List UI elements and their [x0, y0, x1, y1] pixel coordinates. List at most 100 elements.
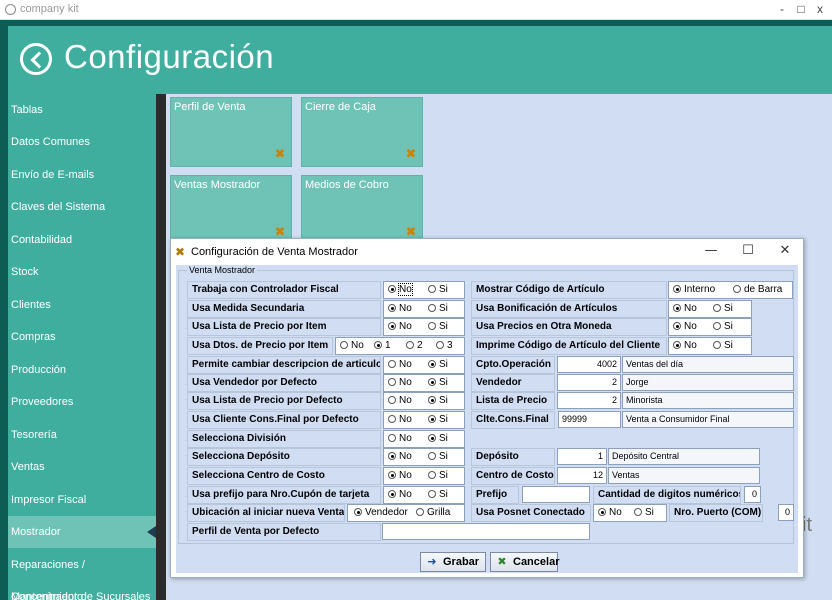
- radio-grilla[interactable]: Grilla: [416, 505, 450, 521]
- sidebar-item-datos-comunes[interactable]: Datos Comunes: [8, 126, 156, 158]
- vendedor-code-input[interactable]: 2: [557, 374, 621, 391]
- radio-no[interactable]: No: [598, 505, 622, 521]
- tile-cierre-de-caja[interactable]: Cierre de Caja ✖: [301, 97, 423, 167]
- label-medida-secundaria: Usa Medida Secundaria: [187, 300, 381, 318]
- radio-lista-precio-defecto: No Si: [383, 392, 465, 410]
- radio-no[interactable]: No: [388, 468, 412, 484]
- tile-perfil-de-venta[interactable]: Perfil de Venta ✖: [170, 97, 292, 167]
- label-clte-cons-final: Clte.Cons.Final: [471, 411, 555, 429]
- sidebar-item-concentrador[interactable]: Concentrador de Sucursales: [8, 581, 156, 600]
- radio-si[interactable]: Si: [713, 338, 733, 354]
- maximize-button[interactable]: □: [794, 2, 808, 16]
- sidebar-scrollbar[interactable]: [156, 94, 166, 600]
- radio-si[interactable]: Si: [428, 393, 448, 409]
- sidebar-item-ventas[interactable]: Ventas: [8, 451, 156, 483]
- nro-puerto-input[interactable]: 0: [778, 504, 794, 521]
- radio-no[interactable]: No: [388, 449, 412, 465]
- label-mostrar-codigo: Mostrar Código de Artículo: [471, 281, 667, 299]
- sidebar-item-tablas[interactable]: Tablas: [8, 94, 156, 126]
- radio-si[interactable]: Si: [428, 487, 448, 503]
- cantidad-digitos-input[interactable]: 0: [744, 486, 761, 503]
- sidebar-item-compras[interactable]: Compras: [8, 321, 156, 353]
- sidebar-item-stock[interactable]: Stock: [8, 256, 156, 288]
- tile-ventas-mostrador[interactable]: Ventas Mostrador ✖: [170, 175, 292, 245]
- sidebar-item-mostrador[interactable]: Mostrador: [8, 516, 156, 548]
- radio-posnet-conectado: No Si: [593, 504, 667, 522]
- dialog-close-button[interactable]: ✕: [777, 243, 793, 258]
- close-button[interactable]: x: [813, 2, 827, 16]
- perfil-venta-defecto-input[interactable]: [382, 523, 590, 540]
- label-vendedor-defecto: Usa Vendedor por Defecto: [187, 374, 381, 392]
- tile-medios-de-cobro[interactable]: Medios de Cobro ✖: [301, 175, 423, 245]
- radio-2[interactable]: 2: [406, 338, 423, 354]
- radio-otra-moneda: No Si: [668, 318, 752, 336]
- sidebar-item-produccion[interactable]: Producción: [8, 354, 156, 386]
- radio-si[interactable]: Si: [428, 319, 448, 335]
- radio-no[interactable]: No: [388, 412, 412, 428]
- clte-cons-final-code-input[interactable]: 99999: [558, 411, 621, 428]
- radio-no[interactable]: No: [388, 282, 413, 298]
- radio-si[interactable]: Si: [428, 468, 448, 484]
- radio-si[interactable]: Si: [428, 282, 448, 298]
- radio-si[interactable]: Si: [428, 375, 448, 391]
- radio-de-barra[interactable]: de Barra: [733, 282, 782, 298]
- radio-no[interactable]: No: [388, 393, 412, 409]
- radio-si[interactable]: Si: [428, 449, 448, 465]
- tile-label: Cierre de Caja: [305, 101, 376, 113]
- lista-precio-code-input[interactable]: 2: [557, 392, 621, 409]
- radio-no[interactable]: No: [673, 319, 697, 335]
- sidebar-item-contabilidad[interactable]: Contabilidad: [8, 224, 156, 256]
- sidebar-item-tesoreria[interactable]: Tesorería: [8, 419, 156, 451]
- radio-no[interactable]: No: [340, 338, 364, 354]
- deposito-code-input[interactable]: 1: [557, 448, 607, 465]
- radio-interno[interactable]: Interno: [673, 282, 715, 298]
- radio-si[interactable]: Si: [428, 431, 448, 447]
- cancelar-button[interactable]: ✖ Cancelar: [490, 552, 559, 572]
- radio-no[interactable]: No: [388, 431, 412, 447]
- sidebar-item-clientes[interactable]: Clientes: [8, 289, 156, 321]
- app-icon: [5, 4, 16, 15]
- grabar-button[interactable]: ➜ Grabar: [420, 552, 486, 572]
- label-perfil-venta-defecto: Perfil de Venta por Defecto: [187, 523, 381, 541]
- radio-1[interactable]: 1: [374, 338, 391, 354]
- cpto-operacion-code-input[interactable]: 4002: [557, 356, 621, 373]
- sidebar-item-reparaciones[interactable]: Reparaciones / Mantenimiento: [8, 549, 156, 600]
- radio-no[interactable]: No: [673, 301, 697, 317]
- radio-no[interactable]: No: [388, 487, 412, 503]
- radio-no[interactable]: No: [388, 375, 412, 391]
- radio-3[interactable]: 3: [436, 338, 453, 354]
- radio-no[interactable]: No: [673, 338, 697, 354]
- label-deposito: Depósito: [471, 448, 555, 466]
- sidebar: Tablas Datos Comunes Envío de E-mails Cl…: [8, 94, 156, 600]
- label-lista-precio-defecto: Usa Lista de Precio por Defecto: [187, 392, 381, 410]
- radio-no[interactable]: No: [388, 319, 412, 335]
- minimize-button[interactable]: -: [775, 2, 789, 16]
- radio-si[interactable]: Si: [713, 301, 733, 317]
- label-selecciona-deposito: Selecciona Depósito: [187, 448, 381, 466]
- label-vendedor: Vendedor: [471, 374, 555, 392]
- radio-bonificacion: No Si: [668, 300, 752, 318]
- dialog-maximize-button[interactable]: ☐: [740, 243, 756, 258]
- radio-no[interactable]: No: [388, 301, 412, 317]
- sidebar-item-impresor-fiscal[interactable]: Impresor Fiscal: [8, 484, 156, 516]
- label-selecciona-division: Selecciona División: [187, 430, 381, 448]
- sidebar-item-claves[interactable]: Claves del Sistema: [8, 191, 156, 223]
- radio-si[interactable]: Si: [428, 357, 448, 373]
- radio-si[interactable]: Si: [713, 319, 733, 335]
- label-codigo-articulo-cliente: Imprime Código de Artículo del Cliente: [471, 337, 667, 355]
- sidebar-item-envio-emails[interactable]: Envío de E-mails: [8, 159, 156, 191]
- radio-medida-secundaria: No Si: [383, 300, 465, 318]
- radio-si[interactable]: Si: [428, 301, 448, 317]
- label-posnet-conectado: Usa Posnet Conectado: [471, 504, 591, 522]
- radio-si[interactable]: Si: [634, 505, 654, 521]
- radio-vendedor[interactable]: Vendedor: [354, 505, 408, 521]
- radio-no[interactable]: No: [388, 357, 412, 373]
- sidebar-item-proveedores[interactable]: Proveedores: [8, 386, 156, 418]
- dialog-minimize-button[interactable]: —: [703, 243, 719, 258]
- centro-costo-code-input[interactable]: 12: [557, 467, 607, 484]
- radio-si[interactable]: Si: [428, 412, 448, 428]
- window-titlebar: company kit - □ x: [0, 0, 832, 20]
- group-title: Venta Mostrador: [187, 265, 258, 275]
- back-arrow-icon[interactable]: [20, 43, 52, 75]
- prefijo-input[interactable]: [522, 486, 590, 503]
